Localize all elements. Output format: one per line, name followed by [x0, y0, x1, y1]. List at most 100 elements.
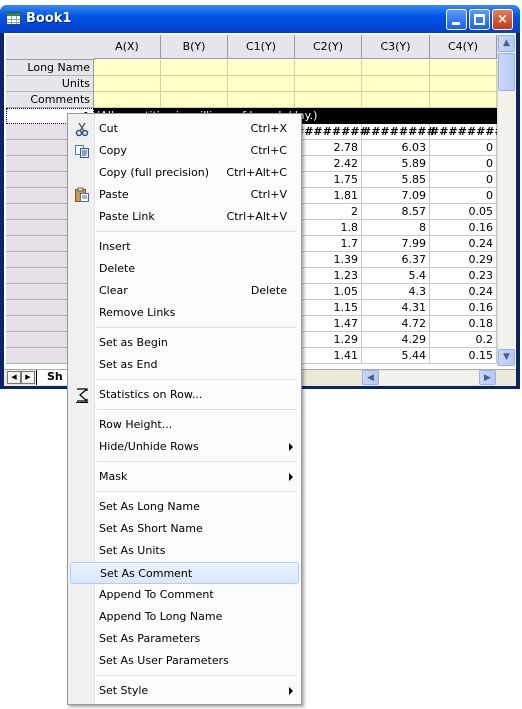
- data-cell[interactable]: 1.15: [295, 300, 362, 316]
- data-cell[interactable]: 2: [295, 204, 362, 220]
- data-cell[interactable]: 6.37: [362, 252, 430, 268]
- data-cell[interactable]: 1.75: [295, 172, 362, 188]
- column-header[interactable]: B(Y): [161, 35, 228, 59]
- column-header[interactable]: C2(Y): [295, 35, 362, 59]
- data-cell[interactable]: 8.57: [362, 204, 430, 220]
- menu-item-set-as-short-name[interactable]: Set As Short Name: [70, 518, 299, 540]
- menu-item-set-as-long-name[interactable]: Set As Long Name: [70, 496, 299, 518]
- meta-row-label[interactable]: Comments: [6, 92, 94, 108]
- menu-item-set-as-user-parameters[interactable]: Set As User Parameters: [70, 650, 299, 672]
- data-cell[interactable]: 0: [430, 188, 497, 204]
- data-cell[interactable]: 1.29: [295, 332, 362, 348]
- data-cell[interactable]: 0.24: [430, 284, 497, 300]
- data-cell[interactable]: 7.99: [362, 236, 430, 252]
- next-sheet-button[interactable]: ▶: [21, 371, 35, 384]
- prev-sheet-button[interactable]: ◀: [7, 371, 21, 384]
- menu-item-hide-unhide-rows[interactable]: Hide/Unhide Rows: [70, 436, 299, 458]
- data-cell[interactable]: 1.41: [295, 348, 362, 364]
- menu-item-insert[interactable]: Insert: [70, 236, 299, 258]
- menu-item-paste-link[interactable]: Paste Link Ctrl+Alt+V: [70, 206, 299, 228]
- menu-item-copy-full-precision[interactable]: Copy (full precision) Ctrl+Alt+C: [70, 162, 299, 184]
- title-bar[interactable]: Book1 ×: [0, 5, 520, 33]
- data-cell[interactable]: 1.8: [295, 220, 362, 236]
- menu-item-set-as-parameters[interactable]: Set As Parameters: [70, 628, 299, 650]
- data-cell[interactable]: 0.23: [430, 268, 497, 284]
- data-cell[interactable]: 0.16: [430, 220, 497, 236]
- data-cell[interactable]: 5.44: [362, 348, 430, 364]
- meta-cell[interactable]: [228, 60, 295, 76]
- data-cell[interactable]: 4.3: [362, 284, 430, 300]
- column-header[interactable]: C1(Y): [228, 35, 295, 59]
- column-header[interactable]: A(X): [94, 35, 161, 59]
- data-cell[interactable]: 0.18: [430, 316, 497, 332]
- column-header[interactable]: C3(Y): [362, 35, 430, 59]
- column-header[interactable]: C4(Y): [430, 35, 497, 59]
- data-cell[interactable]: 1.81: [295, 188, 362, 204]
- meta-row-label[interactable]: Long Name: [6, 60, 94, 76]
- data-cell[interactable]: 0.16: [430, 300, 497, 316]
- menu-item-row-height[interactable]: Row Height...: [70, 414, 299, 436]
- meta-cell[interactable]: [94, 92, 161, 108]
- menu-item-append-to-comment[interactable]: Append To Comment: [70, 584, 299, 606]
- scroll-up-button[interactable]: ▲: [498, 35, 515, 52]
- meta-row-label[interactable]: Units: [6, 76, 94, 92]
- data-cell[interactable]: ########: [295, 124, 369, 140]
- scroll-right-button[interactable]: ▶: [479, 370, 496, 385]
- meta-cell[interactable]: [94, 76, 161, 92]
- meta-cell[interactable]: [295, 60, 362, 76]
- menu-item-set-as-units[interactable]: Set As Units: [70, 540, 299, 562]
- menu-item-copy[interactable]: Copy Ctrl+C: [70, 140, 299, 162]
- grid-corner[interactable]: [6, 35, 95, 60]
- data-cell[interactable]: ########: [362, 124, 436, 140]
- data-cell[interactable]: 8: [362, 220, 430, 236]
- data-cell[interactable]: 1.23: [295, 268, 362, 284]
- data-cell[interactable]: 5.85: [362, 172, 430, 188]
- data-cell[interactable]: 4.31: [362, 300, 430, 316]
- meta-cell[interactable]: [295, 76, 362, 92]
- data-cell[interactable]: 0.15: [430, 348, 497, 364]
- meta-cell[interactable]: [362, 76, 430, 92]
- menu-item-remove-links[interactable]: Remove Links: [70, 302, 299, 324]
- menu-item-clear[interactable]: Clear Delete: [70, 280, 299, 302]
- meta-cell[interactable]: [295, 92, 362, 108]
- data-cell[interactable]: 1.7: [295, 236, 362, 252]
- data-cell[interactable]: 5.89: [362, 156, 430, 172]
- meta-cell[interactable]: [228, 92, 295, 108]
- menu-item-set-style[interactable]: Set Style: [70, 680, 299, 702]
- vertical-scroll-thumb[interactable]: [498, 53, 515, 91]
- meta-cell[interactable]: [430, 60, 497, 76]
- maximize-button[interactable]: [469, 9, 490, 30]
- data-cell[interactable]: 0.24: [430, 236, 497, 252]
- meta-cell[interactable]: [161, 92, 228, 108]
- data-cell[interactable]: 4.72: [362, 316, 430, 332]
- vertical-scrollbar[interactable]: ▲ ▼: [497, 35, 515, 366]
- data-cell[interactable]: 6.03: [362, 140, 430, 156]
- menu-item-set-as-begin[interactable]: Set as Begin: [70, 332, 299, 354]
- menu-item-statistics-on-row[interactable]: Statistics on Row...: [70, 384, 299, 406]
- data-cell[interactable]: 1.05: [295, 284, 362, 300]
- data-cell[interactable]: 2.42: [295, 156, 362, 172]
- meta-cell[interactable]: [228, 76, 295, 92]
- menu-item-paste[interactable]: Paste Ctrl+V: [70, 184, 299, 206]
- data-cell[interactable]: 4.29: [362, 332, 430, 348]
- data-cell[interactable]: 0: [430, 172, 497, 188]
- menu-item-mask[interactable]: Mask: [70, 466, 299, 488]
- menu-item-set-as-end[interactable]: Set as End: [70, 354, 299, 376]
- meta-cell[interactable]: [362, 92, 430, 108]
- data-cell[interactable]: 0.29: [430, 252, 497, 268]
- data-cell[interactable]: 0.2: [430, 332, 497, 348]
- data-cell[interactable]: 2.78: [295, 140, 362, 156]
- meta-cell[interactable]: [362, 60, 430, 76]
- data-cell[interactable]: 0: [430, 156, 497, 172]
- data-cell[interactable]: 5.4: [362, 268, 430, 284]
- data-cell[interactable]: 1.39: [295, 252, 362, 268]
- menu-item-cut[interactable]: Cut Ctrl+X: [70, 118, 299, 140]
- menu-item-delete[interactable]: Delete: [70, 258, 299, 280]
- data-cell[interactable]: 0: [430, 140, 497, 156]
- menu-item-append-to-long-name[interactable]: Append To Long Name: [70, 606, 299, 628]
- horizontal-scrollbar[interactable]: ◀ ▶: [362, 370, 496, 385]
- data-cell[interactable]: 0.05: [430, 204, 497, 220]
- meta-cell[interactable]: [430, 92, 497, 108]
- meta-cell[interactable]: [94, 60, 161, 76]
- scroll-down-button[interactable]: ▼: [498, 349, 515, 366]
